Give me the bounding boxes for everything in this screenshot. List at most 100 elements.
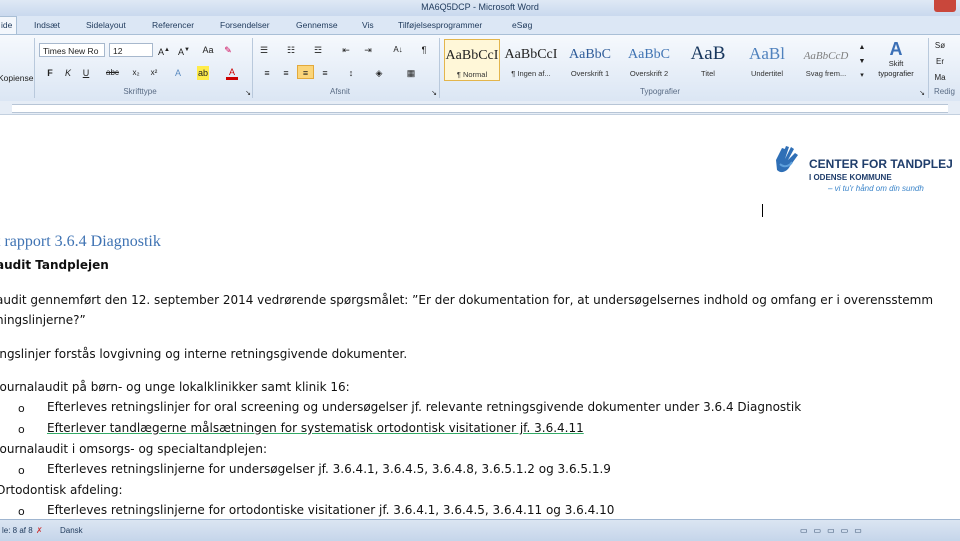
justify-icon[interactable]: ≡ xyxy=(319,66,331,80)
language-status[interactable]: Dansk xyxy=(60,526,83,535)
style-preview: AaBl xyxy=(749,44,785,63)
tab-page-layout[interactable]: Sidelayout xyxy=(86,20,126,30)
font-color-icon[interactable]: A xyxy=(226,66,238,80)
text-effects-icon[interactable]: A xyxy=(172,66,184,80)
align-left-icon[interactable]: ≡ xyxy=(261,66,273,80)
view-buttons[interactable]: ▭▭▭▭▭ xyxy=(800,526,868,535)
style-heading-1[interactable]: AaBbC Overskrift 1 xyxy=(562,39,618,81)
styles-scroll-down-icon[interactable]: ▼ xyxy=(856,55,868,69)
paragraph-line: audit gennemført den 12. september 2014 … xyxy=(0,293,934,307)
list-bullet: o xyxy=(18,505,25,518)
section-heading: Journalaudit i omsorgs- og specialtandpl… xyxy=(0,442,268,456)
change-styles-button[interactable]: A Skift typografier xyxy=(870,39,922,85)
document-page[interactable]: CENTER FOR TANDPLEJ I ODENSE KOMMUNE – v… xyxy=(0,115,960,519)
style-preview: AaBbCcI xyxy=(504,47,558,62)
hand-logo-icon xyxy=(776,146,798,173)
align-right-icon[interactable]: ≡ xyxy=(297,65,314,79)
group-separator xyxy=(252,38,253,98)
style-name: Svag frem... xyxy=(805,69,847,78)
format-painter-label[interactable]: Kopiensel xyxy=(0,71,35,85)
list-item: Efterlever tandlægerne målsætningen for … xyxy=(47,421,584,435)
logo-subtitle: I ODENSE KOMMUNE xyxy=(809,173,892,182)
shrink-font-icon[interactable]: A▼ xyxy=(178,43,190,57)
line-spacing-icon[interactable]: ↕ xyxy=(345,66,357,80)
highlight-icon[interactable]: ab xyxy=(197,66,209,80)
title-bar: MA6Q5DCP - Microsoft Word xyxy=(0,0,960,16)
list-bullet: o xyxy=(18,402,25,415)
tab-insert[interactable]: Indsæt xyxy=(34,20,60,30)
clear-format-icon[interactable]: ✎ xyxy=(222,43,234,57)
style-preview: AaBbCcD xyxy=(803,50,849,62)
font-size-select[interactable]: 12 xyxy=(109,43,153,57)
document-heading: t rapport 3.6.4 Diagnostik xyxy=(0,233,161,250)
tab-addins[interactable]: Tilføjelsesprogrammer xyxy=(398,20,482,30)
replace-icon[interactable]: Er xyxy=(934,55,946,69)
change-styles-label: Skift xyxy=(888,59,904,68)
subscript-icon[interactable]: x₂ xyxy=(130,66,142,80)
list-bullet: o xyxy=(18,423,25,436)
paragraph-line: ningslinjerne?” xyxy=(0,313,86,327)
ruler-bar xyxy=(12,104,948,113)
style-title[interactable]: AaB Titel xyxy=(680,39,736,81)
tab-review[interactable]: Gennemse xyxy=(296,20,338,30)
horizontal-ruler[interactable] xyxy=(0,101,960,115)
list-item: Efterleves retningslinjerne for undersøg… xyxy=(47,462,611,476)
close-window-button[interactable] xyxy=(934,0,956,12)
window-title: MA6Q5DCP - Microsoft Word xyxy=(421,2,539,12)
tab-home[interactable]: ide xyxy=(0,16,18,34)
change-case-icon[interactable]: Aa xyxy=(202,43,214,57)
change-styles-label: typografier xyxy=(878,69,914,78)
select-icon[interactable]: Ma xyxy=(934,71,946,85)
style-normal[interactable]: AaBbCcI ¶ Normal xyxy=(444,39,500,81)
style-name: Overskrift 2 xyxy=(629,69,669,78)
style-no-spacing[interactable]: AaBbCcI ¶ Ingen af... xyxy=(503,39,559,81)
tab-mailings[interactable]: Forsendelser xyxy=(220,20,270,30)
proofing-icon[interactable]: ✗ xyxy=(36,526,43,535)
align-center-icon[interactable]: ≡ xyxy=(280,66,292,80)
numbering-icon[interactable]: ☷ xyxy=(285,43,297,57)
list-bullet: o xyxy=(18,464,25,477)
font-name-select[interactable]: Times New Ro xyxy=(39,43,105,57)
style-subtitle[interactable]: AaBl Undertitel xyxy=(739,39,795,81)
document-subheading: audit Tandplejen xyxy=(0,258,109,272)
decrease-indent-icon[interactable]: ⇤ xyxy=(340,43,352,57)
styles-more-icon[interactable]: ▾ xyxy=(856,69,868,83)
multilevel-list-icon[interactable]: ☲ xyxy=(312,43,324,57)
grow-font-icon[interactable]: A▲ xyxy=(158,43,170,57)
style-name: ¶ Ingen af... xyxy=(511,69,551,78)
bullets-icon[interactable]: ☰ xyxy=(258,43,270,57)
style-name: Undertitel xyxy=(750,69,784,78)
strikethrough-icon[interactable]: abc xyxy=(106,66,119,80)
tab-references[interactable]: Referencer xyxy=(152,20,194,30)
page-count[interactable]: le: 8 af 8 xyxy=(2,526,33,535)
group-edit-label: Redig xyxy=(934,87,955,96)
show-formatting-icon[interactable]: ¶ xyxy=(418,43,430,57)
find-icon[interactable]: Sø xyxy=(934,39,946,53)
group-separator xyxy=(439,38,440,98)
sort-icon[interactable]: A↓ xyxy=(392,43,404,57)
borders-icon[interactable]: ▦ xyxy=(405,66,417,80)
underline-icon[interactable]: U xyxy=(80,66,92,80)
increase-indent-icon[interactable]: ⇥ xyxy=(362,43,374,57)
shading-icon[interactable]: ◈ xyxy=(373,66,385,80)
superscript-icon[interactable]: x² xyxy=(148,66,160,80)
ribbon-tabs: ide Indsæt Sidelayout Referencer Forsend… xyxy=(0,16,960,35)
style-preview: AaB xyxy=(690,43,726,64)
status-bar: le: 8 af 8 ✗ Dansk ▭▭▭▭▭ xyxy=(0,519,960,541)
tab-esog[interactable]: eSøg xyxy=(512,20,532,30)
list-item: Efterleves retningslinjerne for ortodont… xyxy=(47,503,615,517)
bold-icon[interactable]: F xyxy=(44,66,56,80)
italic-icon[interactable]: K xyxy=(62,66,74,80)
style-preview: AaBbC xyxy=(628,47,670,62)
group-paragraph-label: Afsnit xyxy=(329,87,350,96)
section-heading: Ortodontisk afdeling: xyxy=(0,483,123,497)
paragraph: ingslinjer forstås lovgivning og interne… xyxy=(0,347,408,361)
logo: CENTER FOR TANDPLEJ I ODENSE KOMMUNE – v… xyxy=(772,144,960,206)
tab-view[interactable]: Vis xyxy=(362,20,374,30)
styles-scroll-up-icon[interactable]: ▲ xyxy=(856,41,868,55)
logo-tagline: – vi tu'r hånd om din sundh xyxy=(828,184,924,193)
section-heading: Journalaudit på børn- og unge lokalklini… xyxy=(0,380,350,394)
styles-dialog-launcher-icon[interactable]: ↘ xyxy=(916,87,928,101)
style-subtle-emphasis[interactable]: AaBbCcD Svag frem... xyxy=(798,39,854,81)
style-heading-2[interactable]: AaBbC Overskrift 2 xyxy=(621,39,677,81)
